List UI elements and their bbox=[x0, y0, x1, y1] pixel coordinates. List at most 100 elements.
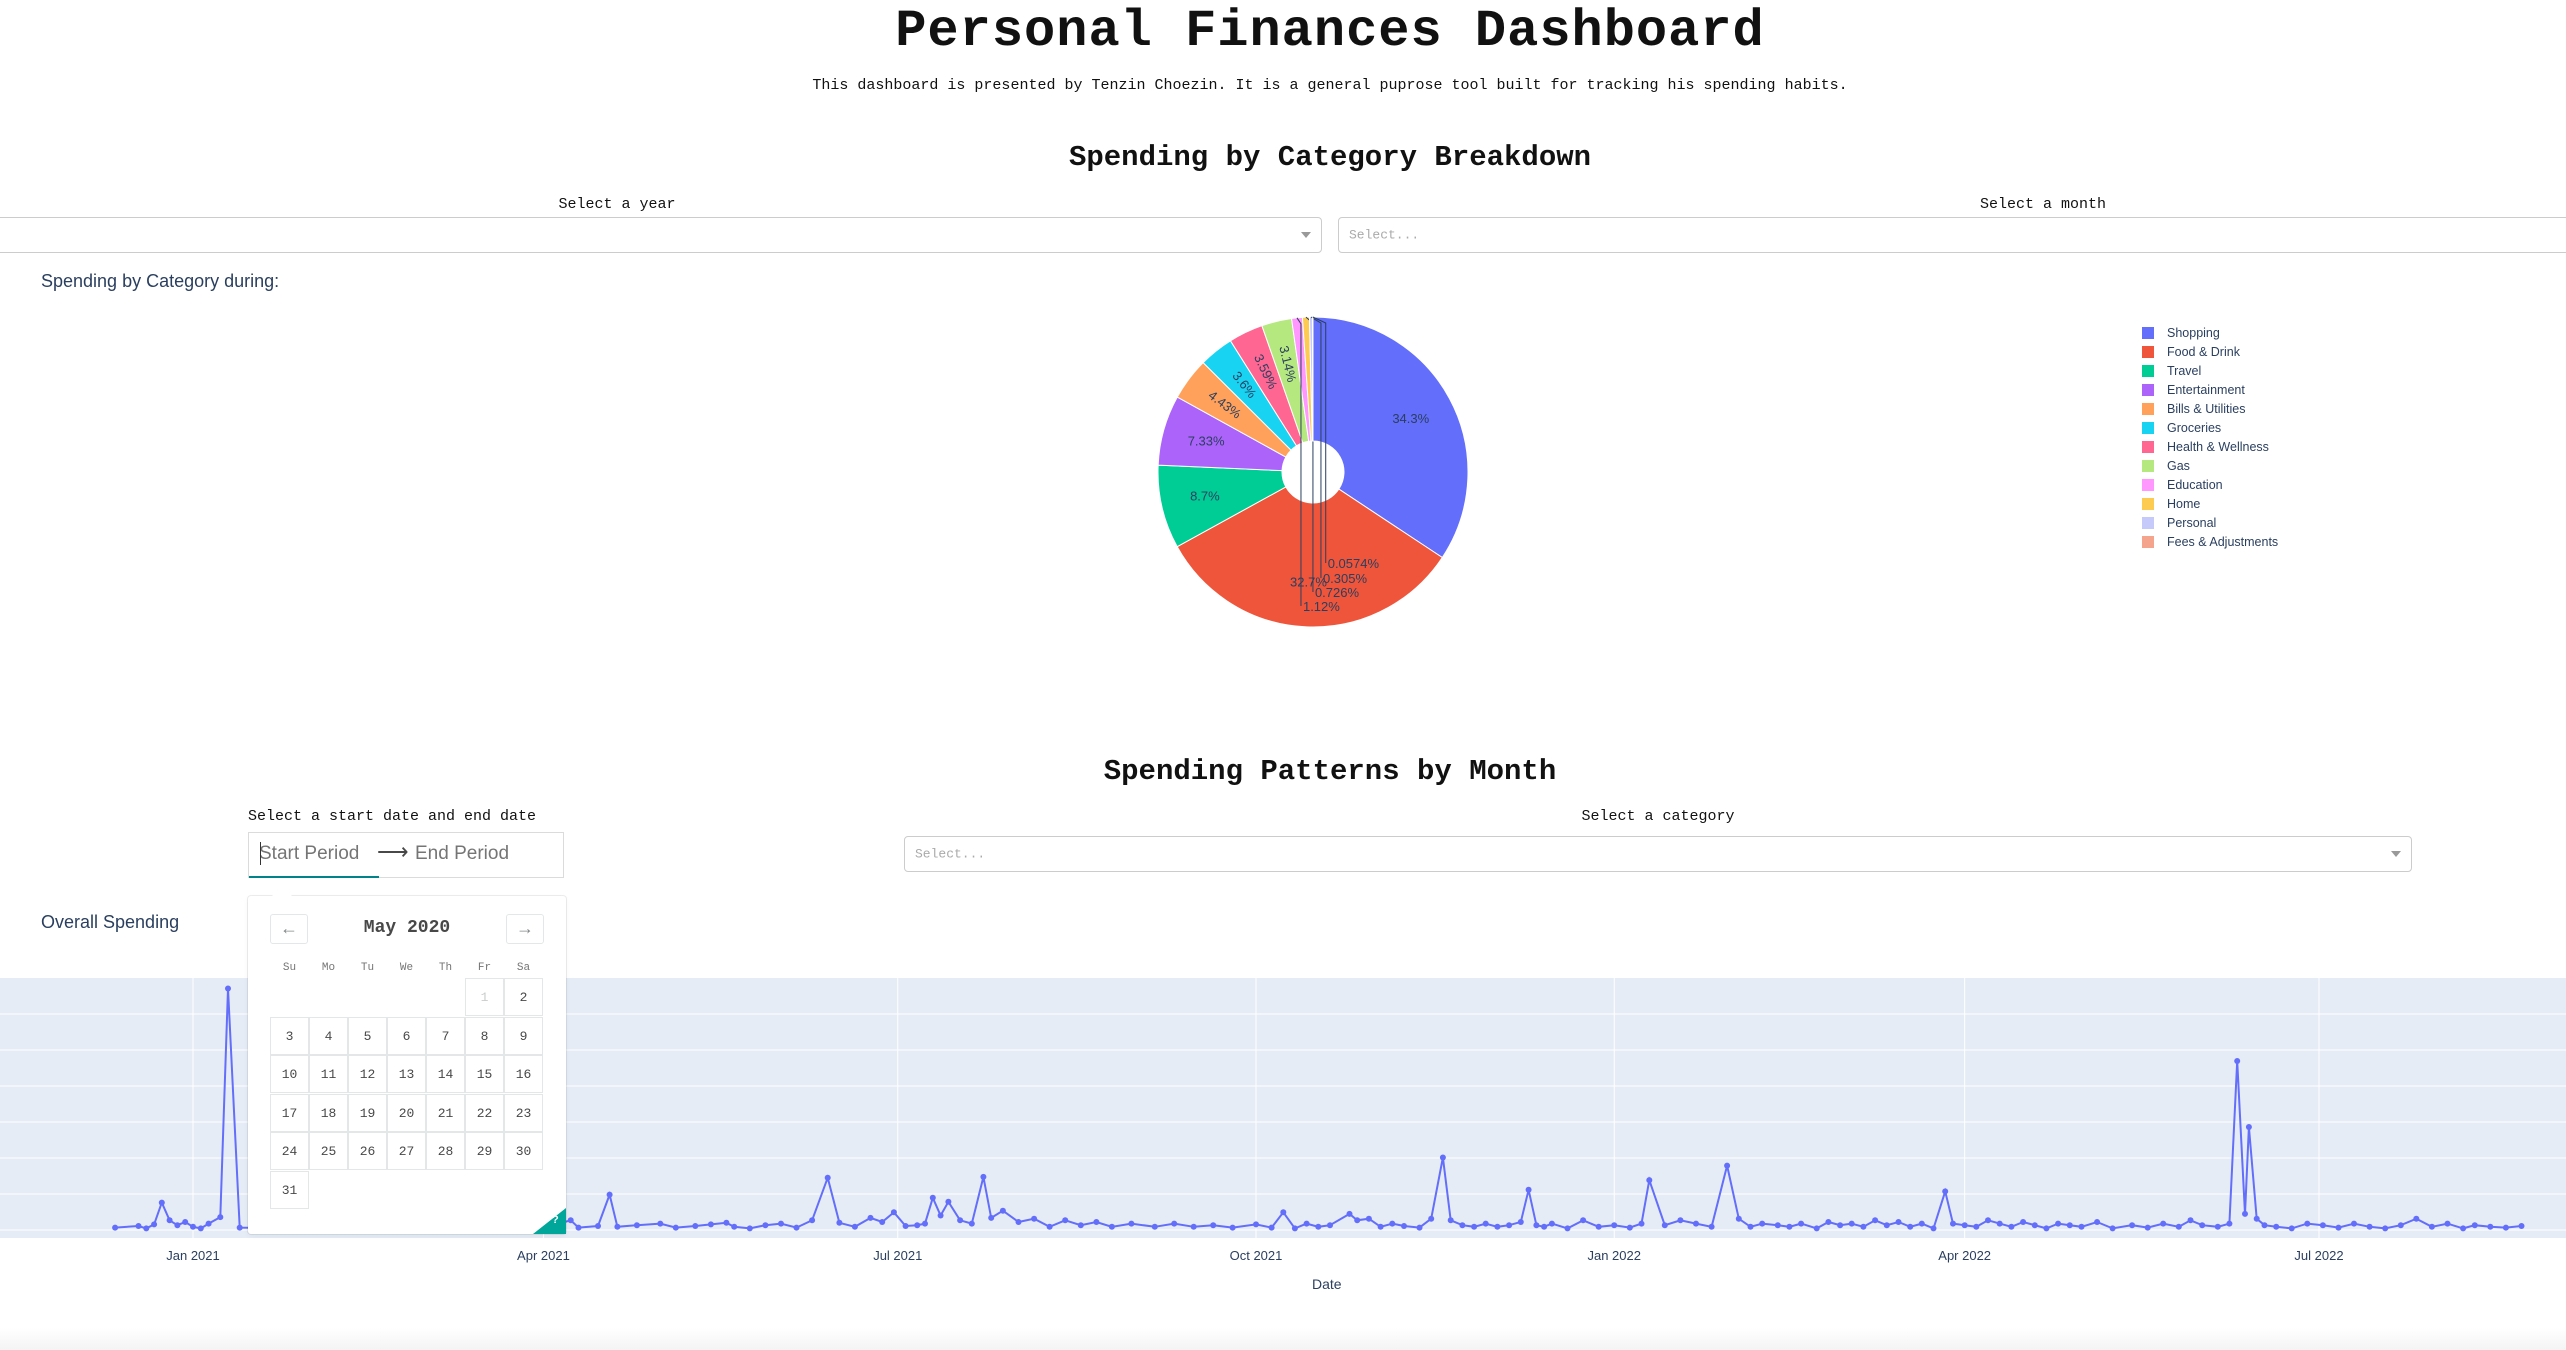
keyboard-shortcuts-button[interactable]: ? bbox=[533, 1208, 566, 1234]
data-point[interactable] bbox=[1471, 1223, 1478, 1230]
data-point[interactable] bbox=[1401, 1223, 1407, 1229]
data-point[interactable] bbox=[1062, 1217, 1069, 1224]
data-point[interactable] bbox=[2245, 1124, 2252, 1130]
chevron-down-icon[interactable] bbox=[2391, 851, 2401, 857]
calendar-day[interactable]: 3 bbox=[270, 1016, 309, 1055]
calendar-day[interactable]: 9 bbox=[504, 1016, 543, 1055]
calendar-day[interactable]: 18 bbox=[309, 1093, 348, 1132]
data-point[interactable] bbox=[851, 1223, 858, 1230]
data-point[interactable] bbox=[929, 1194, 936, 1201]
data-point[interactable] bbox=[1128, 1220, 1135, 1227]
data-point[interactable] bbox=[225, 985, 231, 992]
calendar-day[interactable]: 11 bbox=[309, 1055, 348, 1093]
calendar-day[interactable]: 27 bbox=[387, 1132, 426, 1170]
data-point[interactable] bbox=[633, 1222, 640, 1229]
data-point[interactable] bbox=[2175, 1223, 2182, 1230]
data-point[interactable] bbox=[567, 1217, 574, 1224]
data-point[interactable] bbox=[2319, 1222, 2326, 1229]
data-point[interactable] bbox=[1661, 1222, 1668, 1229]
calendar-day[interactable]: 6 bbox=[387, 1016, 426, 1055]
data-point[interactable] bbox=[1724, 1162, 1731, 1169]
data-point[interactable] bbox=[205, 1220, 212, 1227]
calendar-day[interactable]: 5 bbox=[348, 1016, 387, 1055]
data-point[interactable] bbox=[2226, 1220, 2233, 1227]
data-point[interactable] bbox=[2199, 1222, 2206, 1229]
data-point[interactable] bbox=[2109, 1225, 2116, 1232]
data-point[interactable] bbox=[836, 1219, 843, 1226]
data-point[interactable] bbox=[2518, 1223, 2525, 1229]
data-point[interactable] bbox=[2428, 1223, 2435, 1230]
calendar-day[interactable]: 4 bbox=[309, 1016, 348, 1055]
data-point[interactable] bbox=[778, 1220, 784, 1227]
category-dropdown[interactable]: Select... bbox=[904, 836, 2412, 872]
data-point[interactable] bbox=[1918, 1220, 1925, 1227]
data-point[interactable] bbox=[1517, 1219, 1524, 1225]
data-point[interactable] bbox=[793, 1224, 800, 1231]
data-point[interactable] bbox=[1268, 1224, 1275, 1231]
data-point[interactable] bbox=[1077, 1222, 1084, 1229]
data-point[interactable] bbox=[1416, 1224, 1423, 1231]
data-point[interactable] bbox=[1930, 1225, 1937, 1232]
data-point[interactable] bbox=[606, 1191, 613, 1198]
data-point[interactable] bbox=[672, 1224, 679, 1231]
data-point[interactable] bbox=[914, 1222, 921, 1229]
month-dropdown[interactable]: Select... bbox=[1338, 217, 2566, 253]
calendar-day[interactable]: 7 bbox=[426, 1016, 465, 1055]
data-point[interactable] bbox=[174, 1222, 181, 1229]
data-point[interactable] bbox=[1626, 1224, 1633, 1231]
data-point[interactable] bbox=[1210, 1222, 1217, 1229]
data-point[interactable] bbox=[1108, 1223, 1115, 1230]
data-point[interactable] bbox=[1525, 1186, 1532, 1193]
legend-item[interactable]: Groceries bbox=[2142, 419, 2221, 437]
data-point[interactable] bbox=[1747, 1223, 1754, 1230]
data-point[interactable] bbox=[2214, 1223, 2221, 1230]
data-point[interactable] bbox=[1837, 1222, 1844, 1229]
data-point[interactable] bbox=[746, 1225, 753, 1232]
legend-item[interactable]: Education bbox=[2142, 476, 2223, 494]
data-point[interactable] bbox=[197, 1225, 204, 1232]
legend-item[interactable]: Personal bbox=[2142, 514, 2216, 532]
data-point[interactable] bbox=[1973, 1223, 1980, 1230]
data-point[interactable] bbox=[166, 1217, 173, 1224]
data-point[interactable] bbox=[1638, 1220, 1645, 1227]
data-point[interactable] bbox=[1677, 1217, 1684, 1224]
start-date-input[interactable]: Start Period bbox=[259, 843, 359, 865]
legend-item[interactable]: Travel bbox=[2142, 362, 2201, 380]
data-point[interactable] bbox=[2335, 1224, 2342, 1231]
data-point[interactable] bbox=[1907, 1223, 1914, 1230]
legend-item[interactable]: Fees & Adjustments bbox=[2142, 533, 2278, 551]
data-point[interactable] bbox=[1093, 1219, 1100, 1225]
calendar-day[interactable]: 30 bbox=[504, 1132, 543, 1170]
data-point[interactable] bbox=[2187, 1217, 2194, 1224]
calendar-day[interactable]: 17 bbox=[270, 1093, 309, 1132]
calendar-day[interactable]: 21 bbox=[426, 1093, 465, 1132]
data-point[interactable] bbox=[2366, 1223, 2373, 1230]
data-point[interactable] bbox=[1848, 1220, 1855, 1227]
data-point[interactable] bbox=[1942, 1188, 1949, 1195]
data-point[interactable] bbox=[595, 1223, 601, 1229]
data-point[interactable] bbox=[1708, 1223, 1715, 1230]
data-point[interactable] bbox=[2066, 1222, 2073, 1229]
calendar-day[interactable]: 22 bbox=[465, 1093, 504, 1132]
data-point[interactable] bbox=[1548, 1220, 1555, 1227]
data-point[interactable] bbox=[2304, 1220, 2311, 1227]
data-point[interactable] bbox=[1996, 1220, 2003, 1227]
data-point[interactable] bbox=[1985, 1217, 1991, 1224]
data-point[interactable] bbox=[1611, 1222, 1618, 1229]
legend-item[interactable]: Entertainment bbox=[2142, 381, 2245, 399]
data-point[interactable] bbox=[2460, 1225, 2467, 1232]
data-point[interactable] bbox=[809, 1217, 816, 1224]
data-point[interactable] bbox=[2253, 1215, 2260, 1222]
data-point[interactable] bbox=[217, 1214, 224, 1221]
calendar-day[interactable]: 25 bbox=[309, 1132, 348, 1170]
legend-item[interactable]: Shopping bbox=[2142, 324, 2220, 342]
data-point[interactable] bbox=[902, 1223, 909, 1229]
data-point[interactable] bbox=[135, 1223, 142, 1229]
data-point[interactable] bbox=[2234, 1058, 2241, 1064]
calendar-day[interactable]: 10 bbox=[270, 1055, 309, 1093]
date-picker-calendar[interactable]: ← May 2020 → Su Mo Tu We Th Fr Sa 1 2 3 4 5 6 7 8 9 10 1… bbox=[248, 886, 566, 1234]
data-point[interactable] bbox=[236, 1224, 243, 1231]
data-point[interactable] bbox=[2031, 1222, 2038, 1229]
data-point[interactable] bbox=[988, 1214, 995, 1221]
legend-item[interactable]: Bills & Utilities bbox=[2142, 400, 2246, 418]
